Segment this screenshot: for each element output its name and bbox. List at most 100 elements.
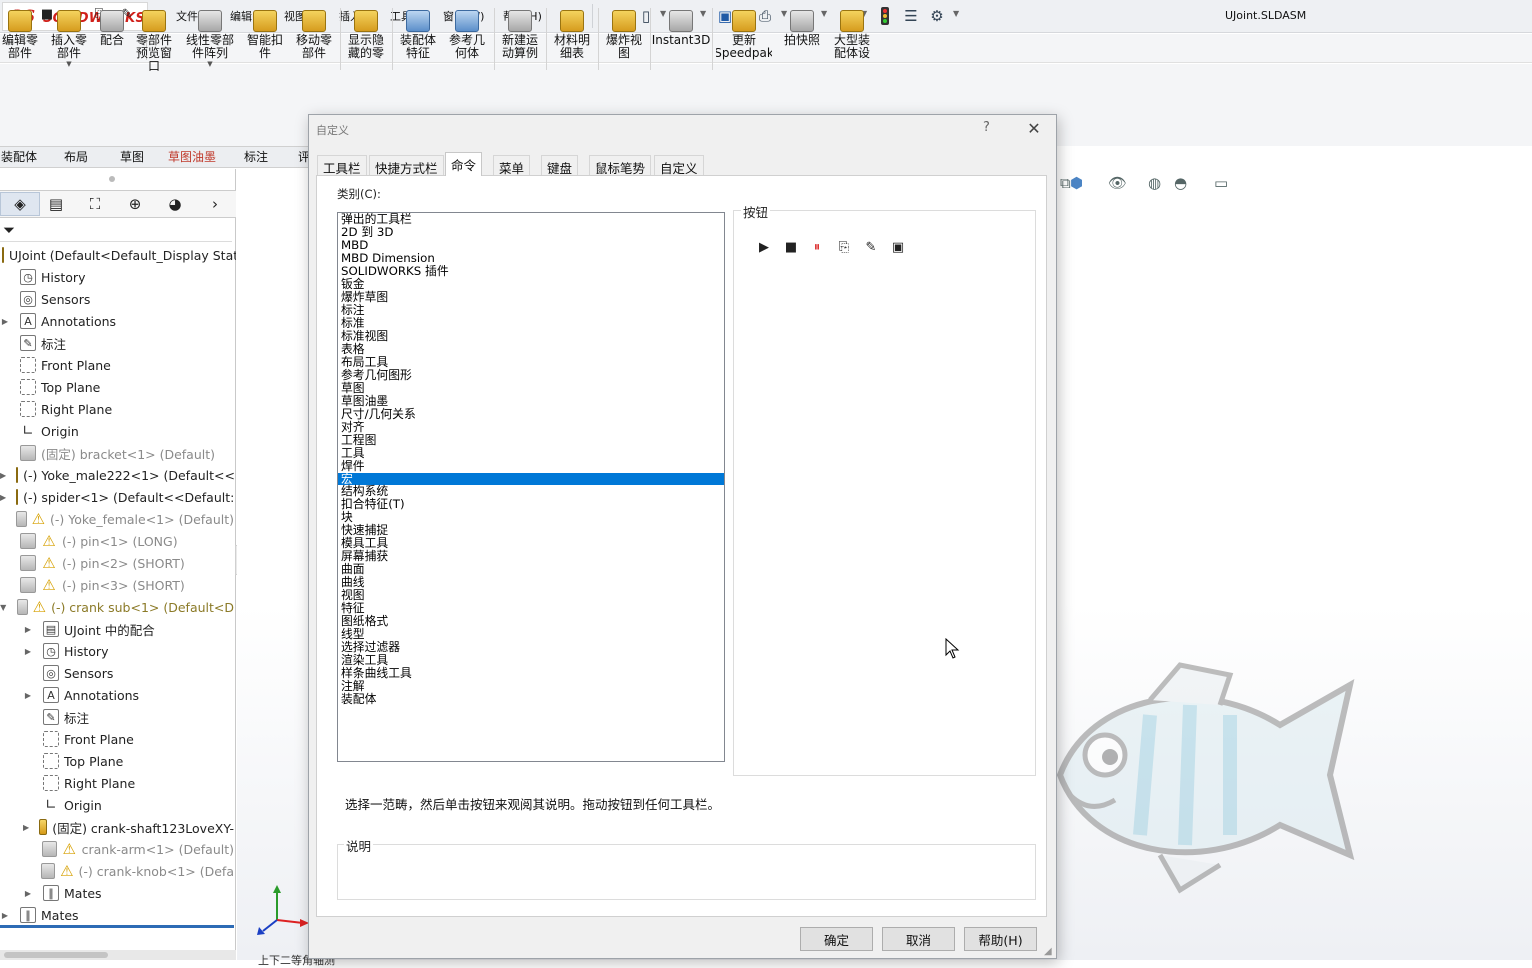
mate-button[interactable]: 配合 [96,10,128,47]
tree-item[interactable]: ⚠ (-) pin<1> (LONG) [0,530,234,552]
tab-toolbars[interactable]: 工具栏 [317,155,367,176]
category-item[interactable]: 模具工具 [338,537,724,550]
resize-grip-icon[interactable]: ◢ [1044,946,1052,957]
tree-item[interactable]: ⚠ (-) pin<2> (SHORT) [0,552,234,574]
chevron-down-icon[interactable]: ▼ [953,9,959,18]
panel-grip[interactable] [109,176,115,182]
tree-item[interactable]: ▶ ∥ Mates [0,882,234,904]
tree-item[interactable]: ⚠ (-) Yoke_female<1> (Default) [0,508,234,530]
bill-of-materials-button[interactable]: 材料明 细表 [549,10,595,60]
category-item[interactable]: 弹出的工具栏 [338,213,724,226]
category-item[interactable]: 标准 [338,317,724,330]
filter-icon[interactable]: ⏷ [3,221,15,239]
tab-sketch-ink[interactable]: 草图油墨 [168,148,216,165]
tree-item[interactable]: ▶ A Annotations [0,684,234,706]
category-item[interactable]: 表格 [338,343,724,356]
tree-item[interactable]: ▶ A Annotations [0,310,234,332]
expand-arrow-icon[interactable]: ▶ [23,823,29,832]
tree-item[interactable]: Right Plane [0,772,234,794]
tab-menus[interactable]: 菜单 [493,155,531,176]
tree-item[interactable]: Right Plane [0,398,234,420]
tab-keyboard[interactable]: 键盘 [541,155,579,176]
large-assembly-button[interactable]: 大型装 配体设 [828,10,876,60]
chevron-down-icon[interactable]: ▼ [66,60,71,68]
expand-arrow-icon[interactable]: ▶ [0,493,6,502]
tree-item[interactable]: ∟ Origin [0,420,234,442]
tab-shortcut-bars[interactable]: 快捷方式栏 [369,155,444,176]
expand-arrow-icon[interactable]: ▶ [0,471,6,480]
tree-item[interactable]: ◎ Sensors [0,288,234,310]
category-item[interactable]: 尺寸/几何关系 [338,408,724,421]
category-item[interactable]: 屏幕捕获 [338,550,724,563]
category-item[interactable]: 注解 [338,680,724,693]
category-listbox[interactable]: 弹出的工具栏 2D 到 3D MBD MBD Dimension SOLIDWORKS … [337,212,725,762]
display-style-icon[interactable]: ⬢ [1070,174,1083,192]
tree-item[interactable]: ▶ ◷ History [0,640,234,662]
tree-root[interactable]: UJoint (Default<Default_Display Stat [0,244,236,266]
view-settings-monitor-icon[interactable]: ▭ [1214,174,1228,192]
customize-macro-button-icon[interactable]: ▣ [888,237,908,257]
tree-item[interactable]: (固定) bracket<1> (Default) [0,442,234,464]
category-item[interactable]: 快速捕捉 [338,524,724,537]
run-macro-icon[interactable]: ▶ [754,237,774,257]
tree-item[interactable]: ✎ 标注 [0,706,234,728]
stop-macro-icon[interactable]: ■ [781,237,801,257]
tree-item[interactable]: Front Plane [0,354,234,376]
edit-macro-icon[interactable]: ✎ [861,237,881,257]
new-macro-icon[interactable]: ⎘ [834,237,854,257]
category-item[interactable]: 装配体 [338,693,724,706]
category-item[interactable]: 宏 [338,473,724,485]
tree-item[interactable]: ⚠ (-) pin<3> (SHORT) [0,574,234,596]
property-manager-tab-icon[interactable]: ▤ [36,192,76,216]
hide-show-items-icon[interactable]: 👁 [1108,174,1127,192]
category-item[interactable]: 工具 [338,447,724,460]
category-item[interactable]: 2D 到 3D [338,226,724,239]
component-preview-button[interactable]: 零部件 预览窗 口 [133,10,175,73]
tab-sketch[interactable]: 草图 [120,148,144,165]
category-item[interactable]: 选择过滤器 [338,641,724,654]
category-item[interactable]: 曲面 [338,563,724,576]
dimxpert-tab-icon[interactable]: ⊕ [115,192,155,216]
category-item[interactable]: 图纸格式 [338,615,724,628]
tree-item[interactable]: Top Plane [0,376,234,398]
take-snapshot-button[interactable]: 拍快照 [778,10,826,47]
tree-item[interactable]: ▶ (-) spider<1> (Default<<Default: [0,486,234,508]
tree-item[interactable]: ▼ ⚠ (-) crank sub<1> (Default<D [0,596,234,618]
tab-customization[interactable]: 自定义 [654,155,704,176]
ok-button[interactable]: 确定 [800,927,873,951]
collapse-arrow-icon[interactable]: ▼ [0,603,7,612]
category-item[interactable]: 块 [338,511,724,524]
options-gear-icon[interactable]: ⚙ [927,6,947,26]
insert-components-button[interactable]: 插入零 部件 ▼ [48,10,90,68]
rollback-bar[interactable] [0,925,234,928]
tree-item[interactable]: ⚠ crank-arm<1> (Default) [0,838,234,860]
tab-mouse-gestures[interactable]: 鼠标笔势 [589,155,652,176]
help-button[interactable]: 帮助(H) [964,927,1037,951]
tree-item[interactable]: Front Plane [0,728,234,750]
expand-arrow-icon[interactable]: ▶ [23,647,33,656]
category-item[interactable]: 标注 [338,304,724,317]
tab-assembly[interactable]: 装配体 [1,148,37,165]
category-item[interactable]: 参考几何图形 [338,369,724,382]
edit-appearance-icon[interactable]: ◍ [1148,174,1161,192]
new-motion-study-button[interactable]: 新建运 动算例 [497,10,543,60]
tab-commands[interactable]: 命令 [445,152,483,176]
edit-component-button[interactable]: 编辑零 部件 [0,10,40,60]
category-item[interactable]: 视图 [338,589,724,602]
category-item[interactable]: 曲线 [338,576,724,589]
reference-geometry-button[interactable]: 参考几 何体 [444,10,490,60]
rebuild-traffic-light-icon[interactable] [875,6,895,26]
file-properties-icon[interactable]: ☰ [901,6,921,26]
category-item[interactable]: 特征 [338,602,724,615]
category-item[interactable]: 草图 [338,382,724,395]
smart-fasteners-button[interactable]: 智能扣 件 [243,10,287,60]
scrollbar-thumb[interactable] [4,952,108,958]
tab-layout[interactable]: 布局 [64,148,88,165]
tree-item[interactable]: ▶ ▤ UJoint 中的配合 [0,618,234,640]
assembly-features-button[interactable]: 装配体 特征 [395,10,441,60]
tree-item[interactable]: ◎ Sensors [0,662,234,684]
dialog-help-icon[interactable]: ? [983,120,990,135]
feature-tree-tab-icon[interactable]: ◈ [0,192,40,216]
exploded-view-button[interactable]: 爆炸视 图 [601,10,647,60]
move-component-button[interactable]: 移动零 部件 [292,10,336,60]
